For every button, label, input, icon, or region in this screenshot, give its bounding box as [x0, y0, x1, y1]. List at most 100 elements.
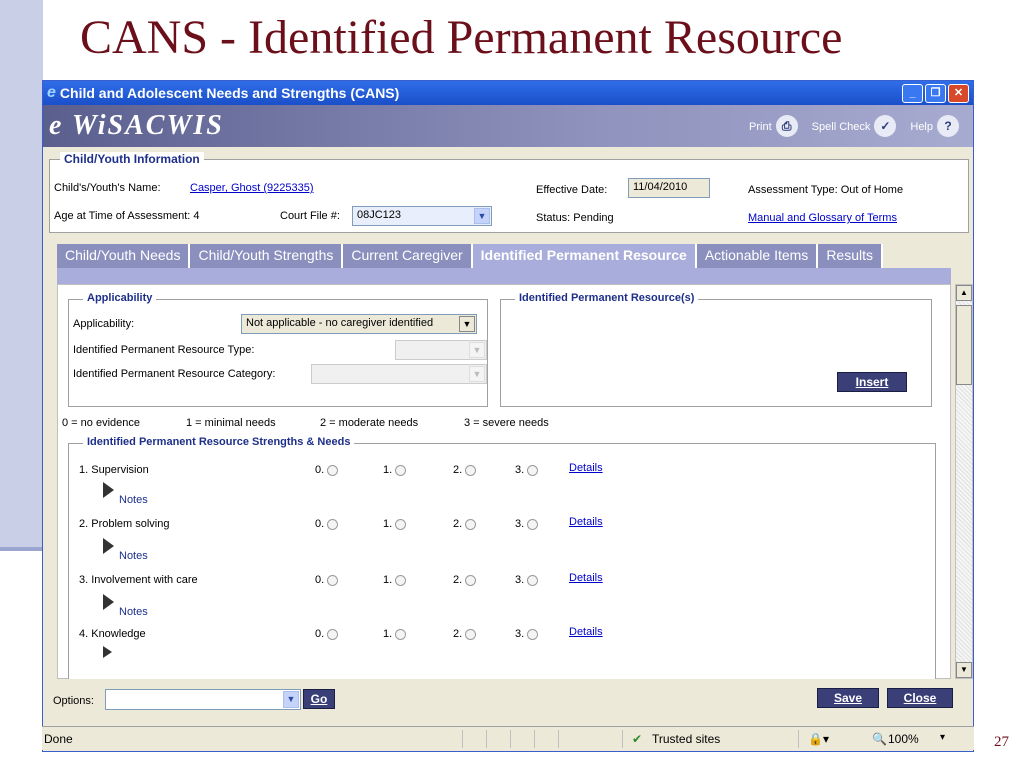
radio-2[interactable] [465, 464, 477, 476]
option-1-label: 1. [383, 574, 407, 586]
spell-check-label: Spell Check [811, 121, 871, 133]
radio-0[interactable] [327, 464, 339, 476]
radio-2[interactable] [465, 574, 477, 586]
tab-bar: Child/Youth Needs Child/Youth Strengths … [57, 244, 883, 268]
radio-0[interactable] [327, 628, 339, 640]
resources-legend: Identified Permanent Resource(s) [515, 292, 699, 304]
expand-notes-icon[interactable] [103, 646, 112, 658]
zoom-icon[interactable]: 🔍 [872, 732, 887, 746]
window-title: Child and Adolescent Needs and Strengths… [59, 85, 400, 101]
help-link[interactable]: Help? [910, 115, 959, 137]
details-link[interactable]: Details [569, 572, 603, 584]
radio-0[interactable] [327, 518, 339, 530]
ie-icon: e [47, 84, 56, 101]
tab-results[interactable]: Results [818, 244, 883, 268]
court-file-select[interactable]: 08JC123 ▼ [352, 206, 492, 226]
details-link[interactable]: Details [569, 516, 603, 528]
effective-date-field[interactable]: 11/04/2010 [628, 178, 710, 198]
printer-icon: ⎙ [775, 115, 798, 137]
radio-3[interactable] [527, 628, 539, 640]
restore-button[interactable]: ❐ [925, 84, 946, 103]
scroll-up-icon[interactable]: ▲ [956, 285, 972, 301]
slide-number: 27 [994, 734, 1009, 750]
applicability-label: Applicability: [73, 318, 135, 330]
radio-2[interactable] [465, 518, 477, 530]
tab-current-caregiver[interactable]: Current Caregiver [343, 244, 473, 268]
expand-notes-icon[interactable] [103, 482, 114, 498]
zoom-dropdown-icon[interactable]: ▾ [940, 732, 945, 743]
option-2-label: 2. [453, 628, 477, 640]
help-label: Help [910, 121, 933, 133]
item-label: 2. Problem solving [79, 518, 170, 530]
tab-child-youth-needs[interactable]: Child/Youth Needs [57, 244, 191, 268]
status-text: Done [44, 732, 73, 746]
scale-0: 0 = no evidence [62, 417, 140, 429]
radio-3[interactable] [527, 574, 539, 586]
radio-1[interactable] [395, 464, 407, 476]
radio-0[interactable] [327, 574, 339, 586]
child-info-section: Child/Youth Information Child's/Youth's … [49, 152, 969, 233]
zoom-level[interactable]: 100% [888, 732, 919, 746]
radio-1[interactable] [395, 518, 407, 530]
option-2-label: 2. [453, 518, 477, 530]
child-name-link[interactable]: Casper, Ghost (9225335) [190, 182, 314, 194]
spell-check-link[interactable]: Spell Check ✓ [812, 115, 897, 137]
go-button[interactable]: Go [303, 689, 335, 709]
options-select[interactable]: ▼ [105, 689, 301, 710]
option-0-label: 0. [315, 518, 339, 530]
print-link[interactable]: Print ⎙ [749, 115, 798, 137]
item-label: 4. Knowledge [79, 628, 146, 640]
manual-link[interactable]: Manual and Glossary of Terms [748, 212, 897, 224]
expand-notes-icon[interactable] [103, 538, 114, 554]
applicability-select[interactable]: Not applicable - no caregiver identified… [241, 314, 477, 334]
chevron-down-icon: ▼ [474, 208, 490, 224]
close-button[interactable]: Close [887, 688, 953, 708]
slide-accent-bar [0, 0, 43, 547]
tab-actionable-items[interactable]: Actionable Items [696, 244, 819, 268]
window-titlebar: e Child and Adolescent Needs and Strengt… [43, 81, 973, 105]
notes-label[interactable]: Notes [119, 606, 148, 618]
assessment-type: Assessment Type: Out of Home [748, 184, 904, 196]
tab-child-youth-strengths[interactable]: Child/Youth Strengths [190, 244, 344, 268]
minimize-button[interactable]: _ [902, 84, 923, 103]
details-link[interactable]: Details [569, 462, 603, 474]
go-label: Go [310, 692, 328, 706]
insert-button[interactable]: Insert [837, 372, 907, 392]
expand-notes-icon[interactable] [103, 594, 114, 610]
resource-category-select[interactable]: ▼ [311, 364, 487, 384]
status-divider [510, 730, 511, 748]
item-label: 1. Supervision [79, 464, 149, 476]
radio-3[interactable] [527, 518, 539, 530]
scroll-down-icon[interactable]: ▼ [956, 662, 972, 678]
protected-mode-icon[interactable]: 🔒▾ [808, 732, 829, 746]
scroll-thumb[interactable] [956, 305, 972, 385]
panel-scrollbar[interactable]: ▲ ▼ [955, 284, 973, 679]
strengths-needs-section: Identified Permanent Resource Strengths … [68, 436, 936, 679]
tab-identified-permanent-resource[interactable]: Identified Permanent Resource [472, 244, 697, 268]
status-divider [558, 730, 559, 748]
spell-check-icon: ✓ [874, 115, 897, 137]
option-3-label: 3. [515, 464, 539, 476]
details-link[interactable]: Details [569, 626, 603, 638]
notes-label[interactable]: Notes [119, 494, 148, 506]
slide-title: CANS - Identified Permanent Resource [80, 11, 843, 64]
save-button[interactable]: Save [817, 688, 879, 708]
options-label: Options: [53, 695, 94, 707]
close-label: Close [903, 691, 937, 705]
status-bar: Done ✔ Trusted sites 🔒▾ 🔍 100% ▾ [42, 726, 974, 750]
resource-type-select[interactable]: ▼ [395, 340, 487, 360]
save-label: Save [833, 691, 863, 705]
applicability-legend: Applicability [83, 292, 157, 304]
option-2-label: 2. [453, 574, 477, 586]
radio-1[interactable] [395, 574, 407, 586]
tab-panel: Applicability Applicability: Not applica… [57, 284, 951, 679]
option-1-label: 1. [383, 464, 407, 476]
close-window-button[interactable]: ✕ [948, 84, 969, 103]
radio-2[interactable] [465, 628, 477, 640]
age-label: Age at Time of Assessment: 4 [54, 210, 200, 222]
print-label: Print [749, 121, 772, 133]
radio-3[interactable] [527, 464, 539, 476]
radio-1[interactable] [395, 628, 407, 640]
name-label: Child's/Youth's Name: [54, 182, 161, 194]
notes-label[interactable]: Notes [119, 550, 148, 562]
